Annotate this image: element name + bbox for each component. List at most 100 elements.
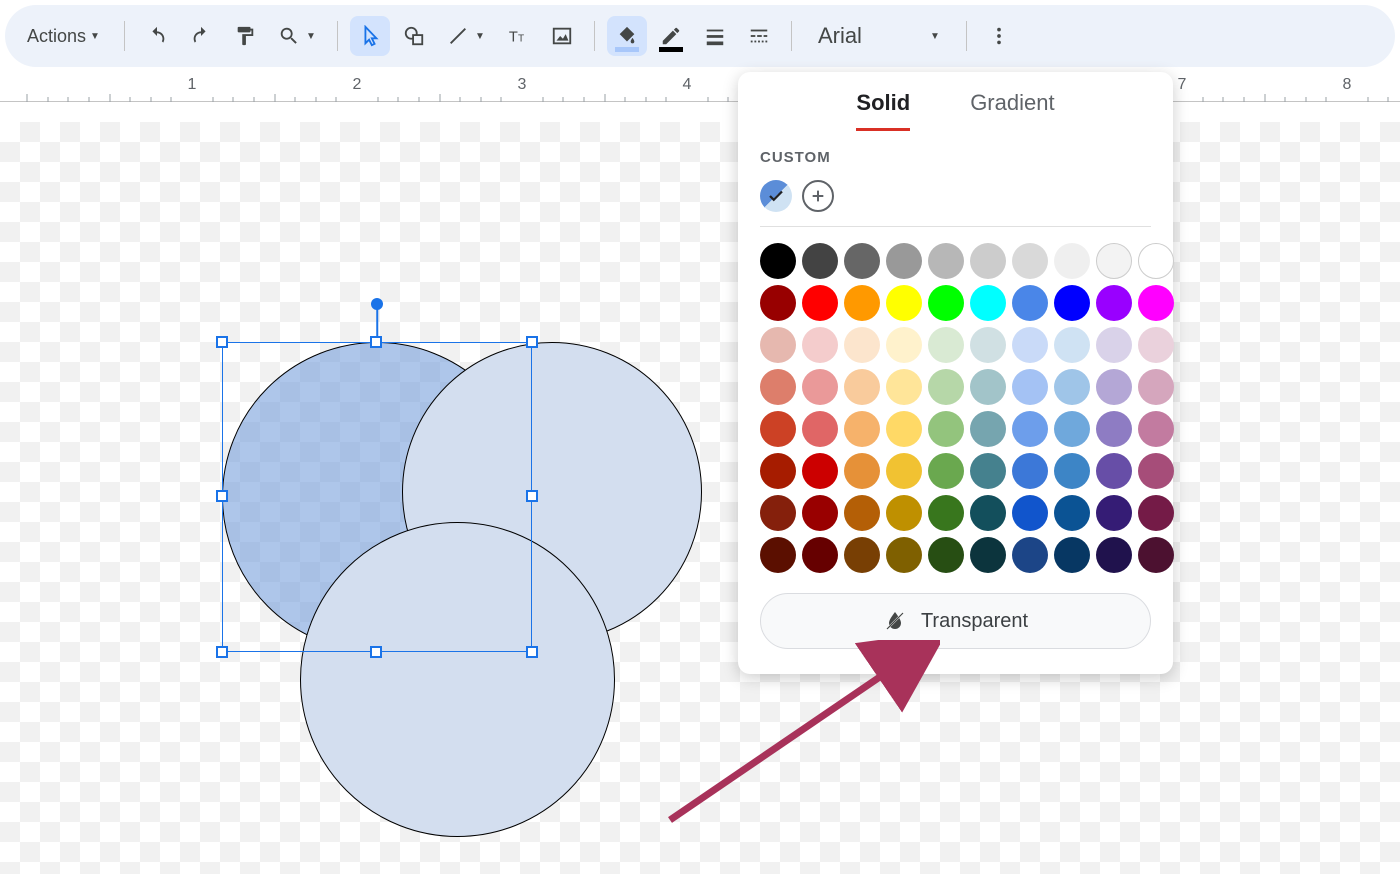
color-swatch[interactable]: [1096, 243, 1132, 279]
color-swatch[interactable]: [1096, 537, 1132, 573]
color-swatch[interactable]: [970, 285, 1006, 321]
border-dash-button[interactable]: [739, 16, 779, 56]
select-tool-button[interactable]: [350, 16, 390, 56]
color-swatch[interactable]: [1012, 285, 1048, 321]
font-selector[interactable]: Arial ▼: [804, 16, 954, 56]
color-swatch[interactable]: [844, 243, 880, 279]
color-swatch[interactable]: [1012, 453, 1048, 489]
color-swatch[interactable]: [1096, 411, 1132, 447]
canvas-circle[interactable]: [300, 522, 615, 837]
color-swatch[interactable]: [1138, 537, 1174, 573]
color-swatch[interactable]: [844, 495, 880, 531]
color-swatch[interactable]: [844, 411, 880, 447]
color-swatch[interactable]: [802, 327, 838, 363]
tab-gradient[interactable]: Gradient: [970, 90, 1054, 131]
color-swatch[interactable]: [1054, 327, 1090, 363]
color-swatch[interactable]: [886, 369, 922, 405]
color-swatch[interactable]: [970, 411, 1006, 447]
color-swatch[interactable]: [1054, 243, 1090, 279]
color-swatch[interactable]: [1138, 411, 1174, 447]
color-swatch[interactable]: [802, 495, 838, 531]
color-swatch[interactable]: [802, 537, 838, 573]
color-swatch[interactable]: [886, 495, 922, 531]
color-swatch[interactable]: [1138, 369, 1174, 405]
paint-format-button[interactable]: [225, 16, 265, 56]
resize-handle-nw[interactable]: [216, 336, 228, 348]
shape-tool-button[interactable]: [394, 16, 434, 56]
color-swatch[interactable]: [1096, 327, 1132, 363]
color-swatch[interactable]: [928, 285, 964, 321]
border-weight-button[interactable]: [695, 16, 735, 56]
color-swatch[interactable]: [844, 327, 880, 363]
line-tool-button[interactable]: ▼: [438, 16, 494, 56]
rotate-handle[interactable]: [371, 298, 383, 310]
color-swatch[interactable]: [802, 453, 838, 489]
color-swatch[interactable]: [970, 495, 1006, 531]
color-swatch[interactable]: [928, 453, 964, 489]
image-tool-button[interactable]: [542, 16, 582, 56]
fill-color-button[interactable]: [607, 16, 647, 56]
color-swatch[interactable]: [1138, 327, 1174, 363]
color-swatch[interactable]: [1054, 369, 1090, 405]
color-swatch[interactable]: [844, 453, 880, 489]
actions-menu-button[interactable]: Actions ▼: [15, 16, 112, 56]
color-swatch[interactable]: [928, 369, 964, 405]
color-swatch[interactable]: [886, 411, 922, 447]
color-swatch[interactable]: [844, 285, 880, 321]
color-swatch[interactable]: [1012, 369, 1048, 405]
color-swatch[interactable]: [1054, 537, 1090, 573]
color-swatch[interactable]: [1054, 453, 1090, 489]
color-swatch[interactable]: [1054, 495, 1090, 531]
color-swatch[interactable]: [1096, 369, 1132, 405]
border-color-button[interactable]: [651, 16, 691, 56]
zoom-button[interactable]: ▼: [269, 16, 325, 56]
color-swatch[interactable]: [760, 327, 796, 363]
color-swatch[interactable]: [760, 453, 796, 489]
more-options-button[interactable]: [979, 16, 1019, 56]
color-swatch[interactable]: [844, 369, 880, 405]
color-swatch[interactable]: [970, 243, 1006, 279]
color-swatch[interactable]: [928, 243, 964, 279]
color-swatch[interactable]: [760, 495, 796, 531]
color-swatch[interactable]: [1096, 285, 1132, 321]
undo-button[interactable]: [137, 16, 177, 56]
drawing-canvas[interactable]: [0, 122, 1400, 874]
color-swatch[interactable]: [802, 285, 838, 321]
color-swatch[interactable]: [928, 327, 964, 363]
color-swatch[interactable]: [1012, 243, 1048, 279]
color-swatch[interactable]: [802, 411, 838, 447]
color-swatch[interactable]: [886, 285, 922, 321]
transparent-button[interactable]: Transparent: [760, 593, 1151, 649]
color-swatch[interactable]: [928, 537, 964, 573]
text-tool-button[interactable]: TT: [498, 16, 538, 56]
color-swatch[interactable]: [928, 411, 964, 447]
color-swatch[interactable]: [970, 327, 1006, 363]
redo-button[interactable]: [181, 16, 221, 56]
color-swatch[interactable]: [1012, 411, 1048, 447]
color-swatch[interactable]: [1012, 327, 1048, 363]
color-swatch[interactable]: [886, 537, 922, 573]
add-custom-color-button[interactable]: [802, 180, 834, 212]
color-swatch[interactable]: [1096, 495, 1132, 531]
resize-handle-sw[interactable]: [216, 646, 228, 658]
color-swatch[interactable]: [970, 369, 1006, 405]
color-swatch[interactable]: [1096, 453, 1132, 489]
color-swatch[interactable]: [760, 285, 796, 321]
color-swatch[interactable]: [760, 411, 796, 447]
color-swatch[interactable]: [760, 369, 796, 405]
color-swatch[interactable]: [760, 243, 796, 279]
color-swatch[interactable]: [928, 495, 964, 531]
color-swatch[interactable]: [1138, 243, 1174, 279]
color-swatch[interactable]: [1138, 453, 1174, 489]
color-swatch[interactable]: [760, 537, 796, 573]
color-swatch[interactable]: [1138, 285, 1174, 321]
color-swatch[interactable]: [1138, 495, 1174, 531]
color-swatch[interactable]: [886, 243, 922, 279]
tab-solid[interactable]: Solid: [856, 90, 910, 131]
color-swatch[interactable]: [886, 327, 922, 363]
color-swatch[interactable]: [1054, 285, 1090, 321]
color-swatch[interactable]: [1012, 495, 1048, 531]
color-swatch[interactable]: [802, 369, 838, 405]
color-swatch[interactable]: [844, 537, 880, 573]
color-swatch[interactable]: [802, 243, 838, 279]
